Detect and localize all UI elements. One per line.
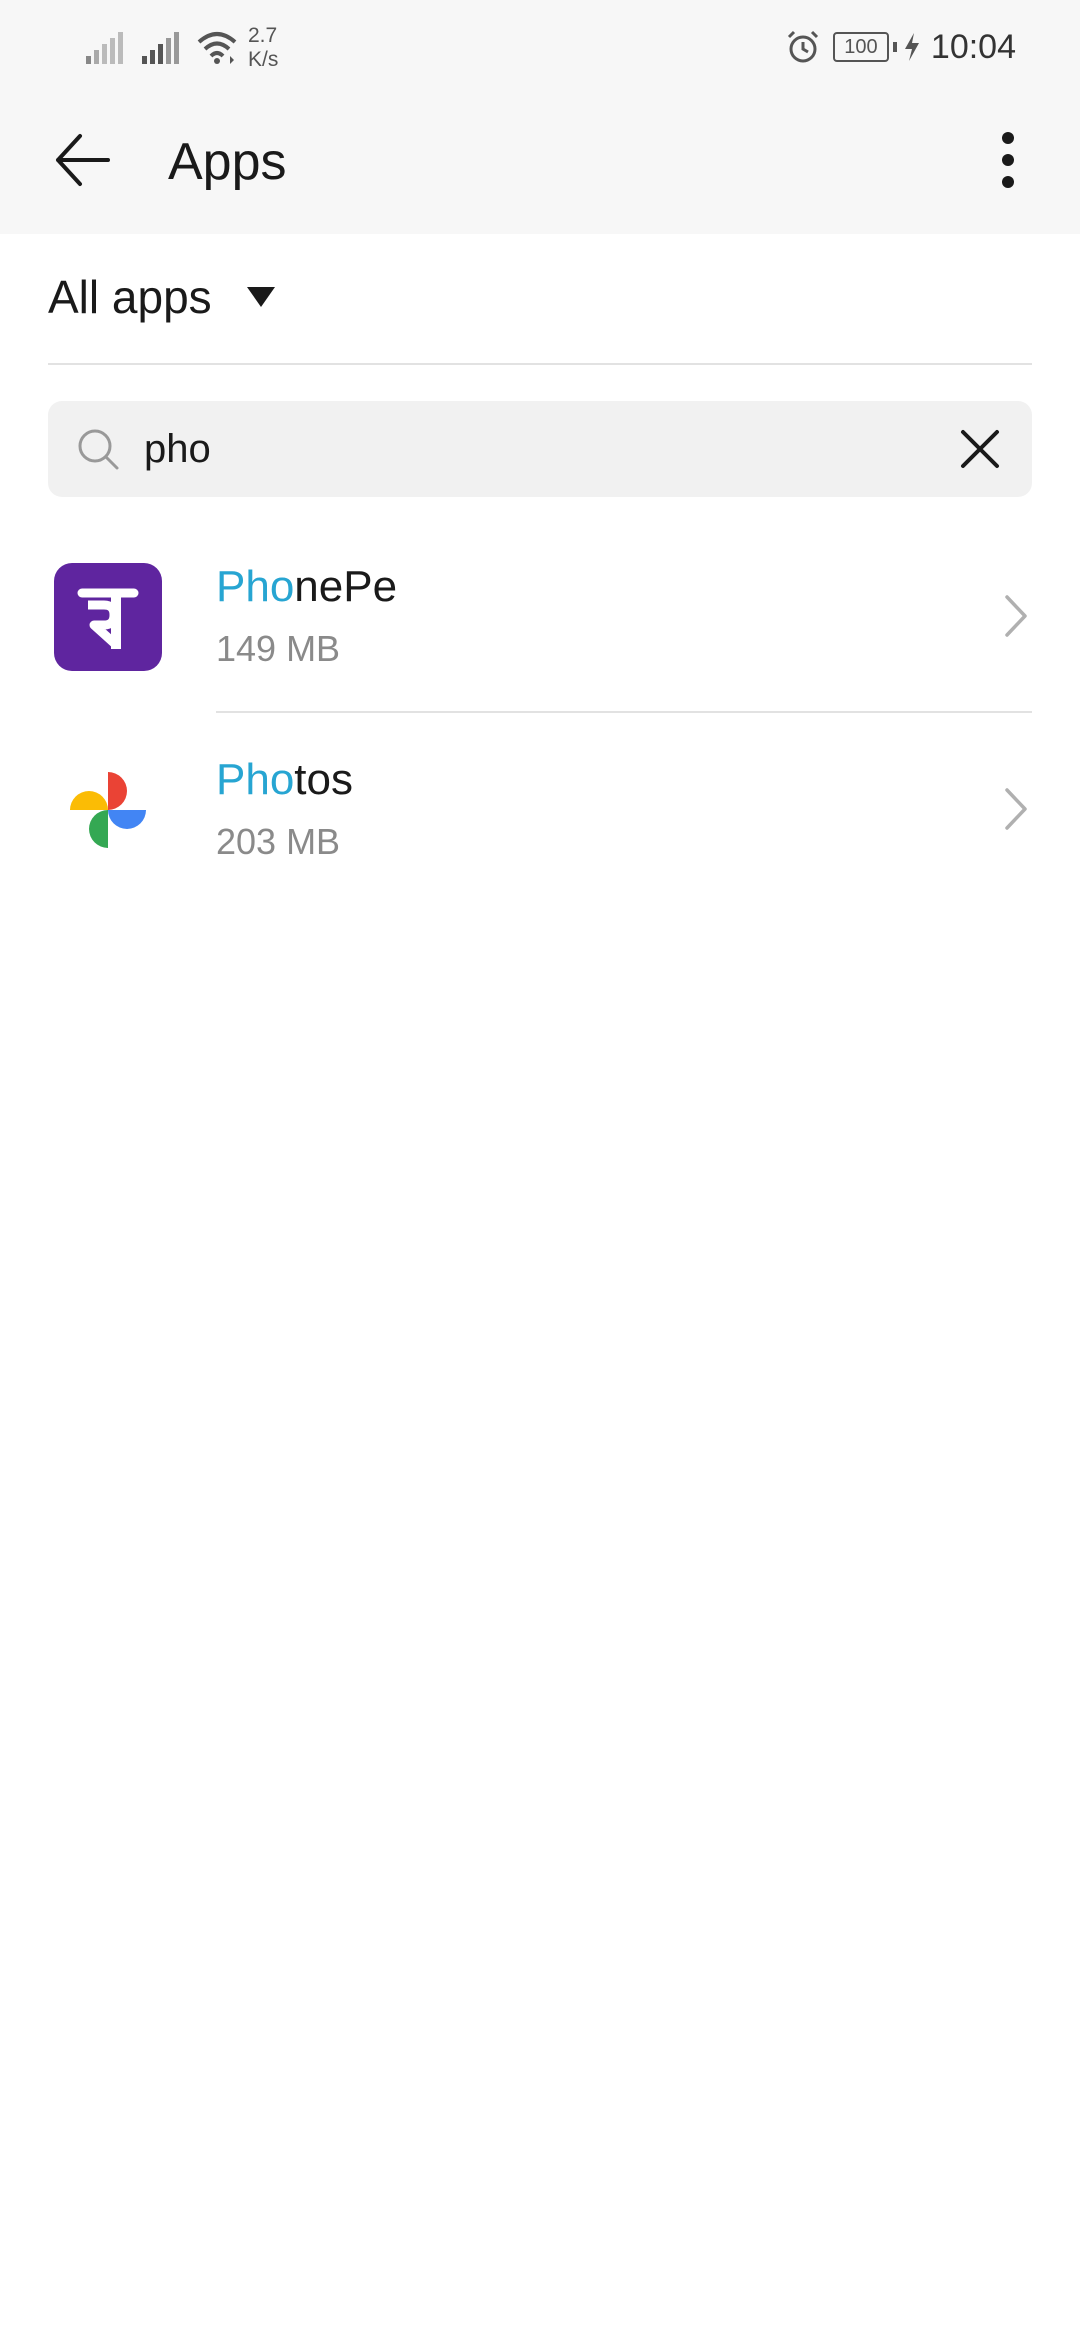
app-name-rest: tos: [294, 755, 353, 804]
chevron-right-icon: [1005, 595, 1027, 637]
search-input[interactable]: [144, 401, 924, 497]
status-bar: 2.7 K/s 100 10:04: [0, 0, 1080, 96]
signal-icon: [86, 32, 123, 64]
app-size: 203 MB: [216, 821, 341, 862]
divider: [48, 363, 1032, 365]
app-name: PhonePe: [216, 562, 397, 612]
alarm-icon: [787, 30, 818, 63]
search-icon: [78, 429, 119, 470]
app-name-match: Pho: [216, 562, 295, 611]
wifi-icon: [197, 32, 237, 64]
caret-down-icon: [246, 287, 275, 307]
back-button[interactable]: [46, 124, 118, 196]
list-item[interactable]: Photos 203 MB: [0, 713, 1080, 906]
arrow-left-icon: [56, 134, 110, 186]
phonepe-icon: [54, 563, 162, 671]
more-options-button[interactable]: [978, 124, 1038, 196]
page-title: Apps: [168, 133, 287, 191]
app-filter-label: All apps: [48, 271, 212, 323]
close-icon: [961, 430, 999, 468]
network-speed-unit: K/s: [248, 48, 279, 71]
battery-nub: [892, 42, 897, 52]
status-bar-left: 2.7 K/s: [84, 18, 278, 78]
battery-level: 100: [844, 36, 878, 58]
app-list: PhonePe 149 MB Photos 203 MB: [0, 520, 1080, 906]
status-time: 10:04: [930, 27, 1016, 66]
network-speed: 2.7 K/s: [248, 24, 278, 72]
clear-search-button[interactable]: [954, 423, 1006, 475]
app-bar: Apps: [0, 96, 1080, 234]
app-name: Photos: [216, 755, 353, 805]
charging-icon: [904, 33, 919, 61]
battery-icon: 100: [832, 32, 889, 62]
more-vertical-icon: [1002, 132, 1014, 188]
app-filter-dropdown[interactable]: All apps: [48, 262, 276, 332]
google-photos-icon: [70, 772, 146, 848]
status-bar-right: 100 10:04: [785, 22, 1016, 72]
app-name-rest: nePe: [294, 562, 398, 611]
search-bar: [48, 401, 1032, 497]
signal-icon: [142, 32, 179, 64]
app-size: 149 MB: [216, 628, 341, 669]
app-name-match: Pho: [216, 755, 295, 804]
list-item[interactable]: PhonePe 149 MB: [0, 520, 1080, 713]
network-speed-value: 2.7: [248, 24, 278, 47]
chevron-right-icon: [1005, 788, 1027, 830]
